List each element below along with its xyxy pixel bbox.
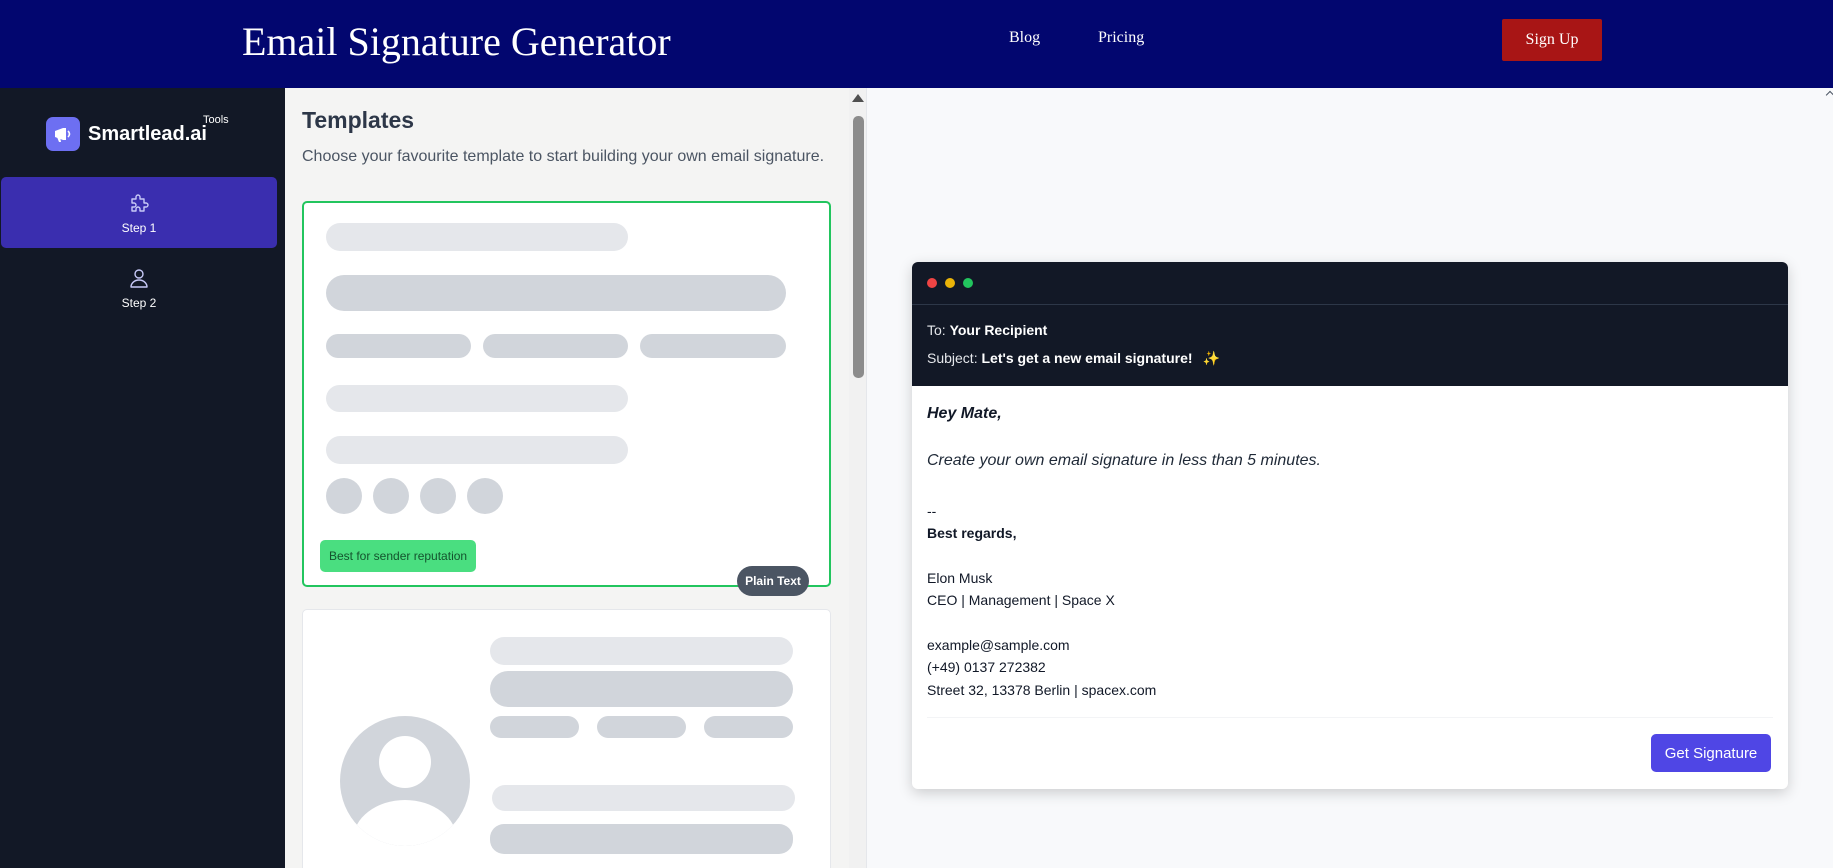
skeleton-bar <box>483 334 628 358</box>
skeleton-bar <box>640 334 786 358</box>
recipient-row: To: Your Recipient <box>927 322 1047 338</box>
sidebar: Smartlead.ai Tools Step 1 Step 2 <box>0 88 285 868</box>
brand-name: Smartlead.ai <box>88 122 207 145</box>
brand-logo[interactable]: Smartlead.ai <box>46 117 207 151</box>
sparkles-icon: ✨ <box>1202 350 1220 366</box>
signature-address: Street 32, 13378 Berlin | spacex.com <box>927 682 1157 698</box>
plain-text-badge: Plain Text <box>737 566 809 596</box>
skeleton-circle <box>326 478 362 514</box>
tools-label: Tools <box>203 114 229 126</box>
email-header: To: Your Recipient Subject: Let's get a … <box>912 262 1788 386</box>
signature-phone: (+49) 0137 272382 <box>927 659 1046 675</box>
skeleton-bar <box>490 637 793 665</box>
signature-regards: Best regards, <box>927 525 1017 541</box>
scrollbar-thumb[interactable] <box>853 116 864 378</box>
signature-separator: -- <box>927 503 937 519</box>
subject-row: Subject: Let's get a new email signature… <box>927 350 1220 367</box>
best-reputation-badge: Best for sender reputation <box>320 540 477 572</box>
skeleton-bar <box>490 824 793 854</box>
templates-subtitle: Choose your favourite template to start … <box>302 148 825 165</box>
skeleton-bar <box>326 385 628 412</box>
skeleton-bar <box>492 785 795 811</box>
skeleton-bar <box>326 223 628 251</box>
window-minimize-dot-icon <box>945 278 955 288</box>
skeleton-bar <box>490 671 793 707</box>
app-title: Email Signature Generator <box>242 19 671 64</box>
skeleton-circle <box>373 478 409 514</box>
skeleton-bar <box>704 716 793 738</box>
sidebar-step-1[interactable]: Step 1 <box>1 177 277 248</box>
nav-link-blog[interactable]: Blog <box>1009 29 1040 47</box>
skeleton-bar <box>326 436 628 464</box>
signature-name: Elon Musk <box>927 570 993 586</box>
templates-scrollbar[interactable] <box>849 88 867 868</box>
window-maximize-dot-icon <box>963 278 973 288</box>
signature-email: example@sample.com <box>927 637 1070 653</box>
top-navbar: Email Signature Generator Blog Pricing S… <box>0 0 1833 88</box>
user-icon <box>130 268 148 288</box>
sidebar-step-2[interactable]: Step 2 <box>1 252 277 323</box>
to-value: Your Recipient <box>949 322 1048 338</box>
subject-label: Subject: <box>927 350 978 366</box>
get-signature-button[interactable]: Get Signature <box>1651 734 1771 772</box>
skeleton-bar <box>326 275 786 311</box>
megaphone-icon <box>46 117 80 151</box>
skeleton-bar <box>326 334 471 358</box>
scroll-up-arrow-icon[interactable] <box>852 94 864 102</box>
email-preview-card: To: Your Recipient Subject: Let's get a … <box>912 262 1788 789</box>
step-2-label: Step 2 <box>121 295 157 310</box>
templates-title: Templates <box>302 107 415 133</box>
signature-role: CEO | Management | Space X <box>927 592 1115 608</box>
window-close-dot-icon <box>927 278 937 288</box>
footer-divider <box>927 717 1773 718</box>
skeleton-bar <box>597 716 686 738</box>
skeleton-circle <box>467 478 503 514</box>
step-1-label: Step 1 <box>121 220 157 235</box>
email-greeting: Hey Mate, <box>927 405 1002 422</box>
puzzle-icon <box>131 193 149 212</box>
subject-value: Let's get a new email signature! <box>981 350 1193 366</box>
template-card-plain-text[interactable]: Best for sender reputation <box>302 201 831 587</box>
email-body: Create your own email signature in less … <box>927 452 1321 469</box>
header-divider <box>912 304 1788 305</box>
skeleton-circle <box>420 478 456 514</box>
nav-link-pricing[interactable]: Pricing <box>1098 29 1144 47</box>
avatar-placeholder-icon <box>340 716 470 846</box>
skeleton-bar <box>490 716 579 738</box>
sign-up-button[interactable]: Sign Up <box>1502 19 1602 61</box>
to-label: To: <box>927 322 946 338</box>
